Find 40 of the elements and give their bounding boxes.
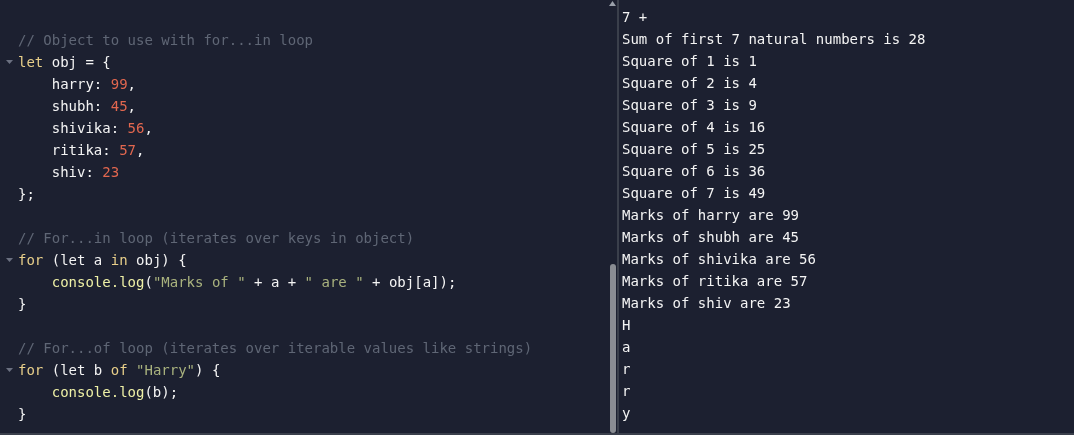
console-line: r [622, 360, 631, 379]
code-line: console.log(b); [50, 383, 179, 402]
console-line: Marks of ritika are 57 [622, 272, 808, 291]
code-line: // Object to use with for...in loop [18, 31, 313, 50]
console-line: Square of 7 is 49 [622, 184, 766, 203]
console-line: Marks of shubh are 45 [622, 228, 799, 247]
console-line: Marks of shivika are 56 [622, 250, 816, 269]
code-line: for (let a in obj) { [18, 251, 187, 270]
fold-caret-icon[interactable] [5, 59, 13, 65]
console-line: Square of 1 is 1 [622, 52, 757, 71]
scrollbar-thumb[interactable] [609, 263, 616, 433]
code-line: // For...of loop (iterates over iterable values like strings) [18, 339, 533, 358]
console-line: Square of 2 is 4 [622, 74, 757, 93]
code-line: shivika: 56, [50, 119, 153, 138]
console-line: y [622, 404, 631, 423]
console-line: Square of 3 is 9 [622, 96, 757, 115]
console-line: Marks of shiv are 23 [622, 294, 791, 313]
console-line: a [622, 338, 631, 357]
fold-caret-icon[interactable] [5, 367, 13, 373]
code-line: let obj = { [18, 53, 111, 72]
code-line: }; [18, 185, 35, 204]
code-line: console.log("Marks of " + a + " are " + obj[a]); [50, 273, 457, 292]
code-line: harry: 99, [50, 75, 136, 94]
scroll-up-arrow-icon[interactable] [609, 1, 616, 6]
console-line: Square of 4 is 16 [622, 118, 766, 137]
code-line: for (let b of "Harry") { [18, 361, 221, 380]
console-line: Square of 5 is 25 [622, 140, 766, 159]
console-line: r [622, 382, 631, 401]
code-line: } [18, 295, 27, 314]
console-line: 7 + [622, 8, 648, 27]
code-line: // For...in loop (iterates over keys in object) [18, 229, 415, 248]
console-line: H [622, 316, 631, 335]
code-line: shubh: 45, [50, 97, 136, 116]
code-line: ritika: 57, [50, 141, 145, 160]
console-line: Square of 6 is 36 [622, 162, 766, 181]
fold-caret-icon[interactable] [5, 257, 13, 263]
console-line: Marks of harry are 99 [622, 206, 799, 225]
code-line: } [18, 405, 27, 424]
code-line: shiv: 23 [50, 163, 120, 182]
console-line: Sum of first 7 natural numbers is 28 [622, 30, 926, 49]
